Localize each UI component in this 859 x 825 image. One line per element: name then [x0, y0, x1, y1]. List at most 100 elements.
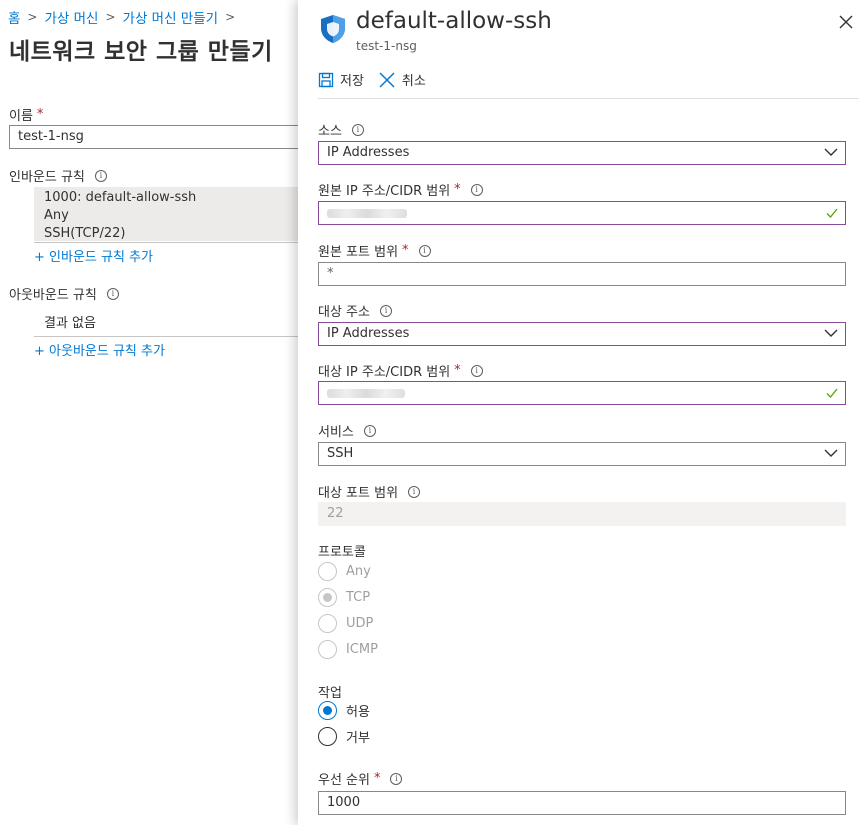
source-select-value: IP Addresses: [327, 145, 410, 160]
radio-circle[interactable]: [318, 727, 337, 746]
divider: [34, 242, 300, 243]
source-port-input[interactable]: *: [318, 262, 846, 286]
outbound-rules-label-text: 아웃바운드 규칙: [9, 288, 97, 303]
protocol-option-any: Any: [318, 562, 371, 581]
add-outbound-rule-link[interactable]: + 아웃바운드 규칙 추가: [34, 340, 165, 359]
radio-label: 거부: [346, 731, 370, 746]
action-option-allow[interactable]: 허용: [318, 701, 370, 720]
cancel-icon: [379, 71, 395, 88]
redacted-ip-value: [327, 209, 407, 218]
protocol-option-icmp: ICMP: [318, 640, 378, 659]
source-ip-label-text: 원본 IP 주소/CIDR 범위: [318, 184, 451, 199]
source-ip-input[interactable]: [318, 201, 846, 225]
save-button[interactable]: 저장: [318, 70, 364, 89]
radio-label: UDP: [346, 616, 374, 631]
radio-circle[interactable]: [318, 701, 337, 720]
radio-label: TCP: [346, 590, 371, 605]
radio-label: ICMP: [346, 642, 378, 657]
cancel-button[interactable]: 취소: [378, 70, 426, 89]
add-inbound-rule-link[interactable]: + 인바운드 규칙 추가: [34, 246, 153, 265]
info-icon[interactable]: i: [94, 169, 107, 182]
breadcrumb-separator: >: [105, 10, 116, 24]
chevron-down-icon: [824, 329, 838, 337]
service-select-value: SSH: [327, 446, 354, 461]
info-icon[interactable]: i: [351, 123, 364, 136]
required-marker: *: [454, 182, 461, 197]
inbound-rule-name: 1000: default-allow-ssh: [44, 190, 197, 205]
panel-title: default-allow-ssh: [356, 8, 552, 34]
name-input[interactable]: test-1-nsg: [9, 125, 309, 149]
breadcrumb-vm[interactable]: 가상 머신: [44, 7, 98, 27]
breadcrumb-separator: >: [27, 10, 38, 24]
service-label-text: 서비스: [318, 425, 354, 440]
info-icon[interactable]: i: [363, 424, 376, 437]
cancel-label: 취소: [401, 74, 426, 89]
source-ip-label: 원본 IP 주소/CIDR 범위 * i: [318, 180, 483, 199]
source-port-label-text: 원본 포트 범위: [318, 245, 399, 260]
destination-ip-label: 대상 IP 주소/CIDR 범위 * i: [318, 361, 483, 380]
inbound-rule-source: Any: [44, 208, 69, 223]
priority-label-text: 우선 순위: [318, 773, 370, 788]
radio-label: 허용: [346, 705, 370, 720]
source-label: 소스 i: [318, 120, 364, 139]
redacted-ip-value: [327, 389, 405, 398]
radio-circle: [318, 588, 337, 607]
breadcrumb: 홈 > 가상 머신 > 가상 머신 만들기 >: [8, 7, 242, 27]
destination-label: 대상 주소 i: [318, 301, 392, 320]
destination-select[interactable]: IP Addresses: [318, 322, 846, 346]
info-icon[interactable]: i: [418, 244, 431, 257]
destination-select-value: IP Addresses: [327, 326, 410, 341]
breadcrumb-home[interactable]: 홈: [8, 7, 20, 27]
radio-circle: [318, 640, 337, 659]
destination-label-text: 대상 주소: [318, 305, 370, 320]
info-icon[interactable]: i: [379, 304, 392, 317]
source-port-label: 원본 포트 범위 * i: [318, 241, 431, 260]
create-nsg-page: 홈 > 가상 머신 > 가상 머신 만들기 > 네트워크 보안 그룹 만들기 이…: [0, 0, 309, 825]
inbound-rules-label-text: 인바운드 규칙: [9, 170, 85, 185]
source-label-text: 소스: [318, 124, 342, 139]
chevron-down-icon: [824, 148, 838, 156]
service-select[interactable]: SSH: [318, 442, 846, 466]
info-icon[interactable]: i: [408, 485, 421, 498]
source-select[interactable]: IP Addresses: [318, 141, 846, 165]
inbound-rules-label: 인바운드 규칙 i: [9, 166, 107, 185]
info-icon[interactable]: i: [106, 287, 119, 300]
service-label: 서비스 i: [318, 421, 376, 440]
protocol-option-udp: UDP: [318, 614, 373, 633]
protocol-option-tcp: TCP: [318, 588, 370, 607]
outbound-empty-text: 결과 없음: [44, 316, 96, 331]
chevron-down-icon: [824, 449, 838, 457]
inbound-rule-service: SSH(TCP/22): [44, 226, 126, 241]
radio-label: Any: [346, 564, 371, 579]
panel-subtitle: test-1-nsg: [356, 39, 417, 53]
name-label: 이름 *: [9, 105, 43, 124]
divider: [34, 336, 300, 337]
destination-ip-input[interactable]: [318, 381, 846, 405]
info-icon[interactable]: i: [470, 183, 483, 196]
rule-edit-panel: default-allow-ssh test-1-nsg 저장 취소 소스 i …: [298, 0, 859, 825]
radio-circle: [318, 562, 337, 581]
info-icon[interactable]: i: [390, 772, 403, 785]
destination-ip-label-text: 대상 IP 주소/CIDR 범위: [318, 365, 451, 380]
inbound-rule-row[interactable]: 1000: default-allow-ssh Any SSH(TCP/22): [34, 187, 300, 241]
action-label: 작업: [318, 686, 342, 701]
required-marker: *: [454, 363, 461, 378]
breadcrumb-create-vm[interactable]: 가상 머신 만들기: [123, 7, 219, 27]
radio-dot: [323, 593, 332, 602]
required-marker: *: [402, 243, 409, 258]
required-marker: *: [373, 771, 381, 786]
destination-port-input: 22: [318, 502, 846, 526]
priority-input[interactable]: 1000: [318, 791, 846, 815]
action-option-deny[interactable]: 거부: [318, 727, 370, 746]
priority-label: 우선 순위 * i: [318, 769, 403, 788]
toolbar-divider: [318, 98, 859, 99]
close-icon[interactable]: [838, 14, 854, 30]
page-title: 네트워크 보안 그룹 만들기: [9, 39, 273, 65]
protocol-label: 프로토콜: [318, 545, 366, 560]
name-label-text: 이름: [9, 109, 33, 124]
radio-circle: [318, 614, 337, 633]
info-icon[interactable]: i: [470, 364, 483, 377]
outbound-rules-label: 아웃바운드 규칙 i: [9, 284, 119, 303]
destination-port-label-text: 대상 포트 범위: [318, 486, 399, 501]
shield-icon: [321, 15, 345, 43]
